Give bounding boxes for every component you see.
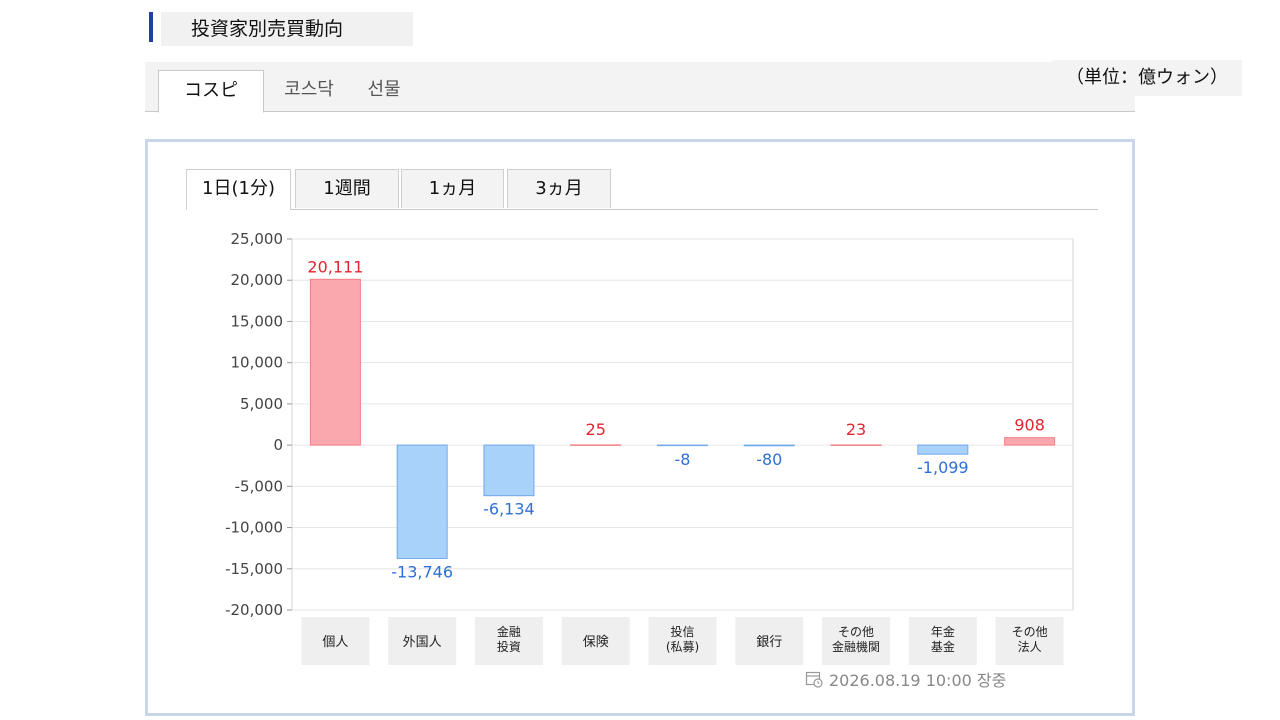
category-label-2: 金融 xyxy=(497,624,521,639)
tab-kosdaq[interactable]: 코스닥 xyxy=(272,70,346,112)
category-label-6: 金融機関 xyxy=(832,639,880,654)
category-label-4: (私募) xyxy=(666,640,699,654)
category-label-8: その他 xyxy=(1012,625,1048,639)
market-tab-bar: コスピ 코스닥 선물 xyxy=(145,62,1135,113)
data-label-3: 25 xyxy=(586,420,606,439)
y-tick-label: 10,000 xyxy=(231,354,284,372)
update-timestamp: 2026.08.19 10:00 장중 xyxy=(805,667,1006,691)
category-label-3: 保険 xyxy=(583,635,609,650)
y-tick-label: 15,000 xyxy=(231,312,284,330)
bar-7 xyxy=(917,444,969,455)
investor-bar-chart: 25,000 20,000 15,000 10,000 5,000 0 -5,000 -10,… xyxy=(225,230,1074,665)
data-label-8: 908 xyxy=(1014,416,1045,435)
category-label-1: 外国人 xyxy=(403,635,442,650)
data-label-7: -1,099 xyxy=(917,458,969,477)
timestamp-text: 2026.08.19 10:00 장중 xyxy=(829,671,1007,690)
tab-futures[interactable]: 선물 xyxy=(353,70,415,112)
bar-8 xyxy=(1004,437,1056,446)
data-label-1: -13,746 xyxy=(391,562,453,581)
bar-5 xyxy=(743,444,795,447)
chart-panel: 1日(1分) 1週間 1ヵ月 3ヵ月 25,000 20,000 15,000 10,… xyxy=(145,139,1135,716)
tab-kospi[interactable]: コスピ xyxy=(158,70,264,113)
bar-2 xyxy=(483,444,535,497)
title-accent-bar xyxy=(149,12,153,42)
bar-0 xyxy=(309,278,361,446)
data-label-0: 20,111 xyxy=(307,257,363,276)
bar-3 xyxy=(570,444,622,446)
data-label-5: -80 xyxy=(756,450,782,469)
category-label-4: 投信 xyxy=(670,624,694,639)
y-tick-label: -5,000 xyxy=(235,477,283,495)
y-tick-label: -10,000 xyxy=(225,519,283,537)
category-label-0: 個人 xyxy=(322,635,348,650)
bar-1 xyxy=(396,444,448,559)
calendar-icon xyxy=(805,670,823,688)
category-label-6: その他 xyxy=(838,625,874,639)
y-tick-label: 20,000 xyxy=(231,271,284,289)
category-label-2: 投資 xyxy=(497,639,521,654)
bar-6 xyxy=(830,444,882,446)
y-tick-label: 25,000 xyxy=(231,230,284,248)
y-tick-label: -15,000 xyxy=(225,560,283,578)
bar-4 xyxy=(657,444,708,447)
data-label-2: -6,134 xyxy=(483,500,535,519)
y-tick-label: -20,000 xyxy=(225,601,283,619)
category-label-7: 年金 xyxy=(931,624,955,639)
category-label-5: 銀行 xyxy=(756,635,782,650)
unit-label: （単位：億ウォン） xyxy=(1052,60,1242,96)
y-tick-label: 0 xyxy=(273,436,283,454)
y-tick-label: 5,000 xyxy=(240,395,283,413)
category-label-7: 基金 xyxy=(931,639,955,654)
data-label-6: 23 xyxy=(846,420,866,439)
page-title: 投資家別売買動向 xyxy=(161,12,413,46)
category-label-8: 法人 xyxy=(1018,640,1042,654)
data-label-4: -8 xyxy=(675,450,691,469)
